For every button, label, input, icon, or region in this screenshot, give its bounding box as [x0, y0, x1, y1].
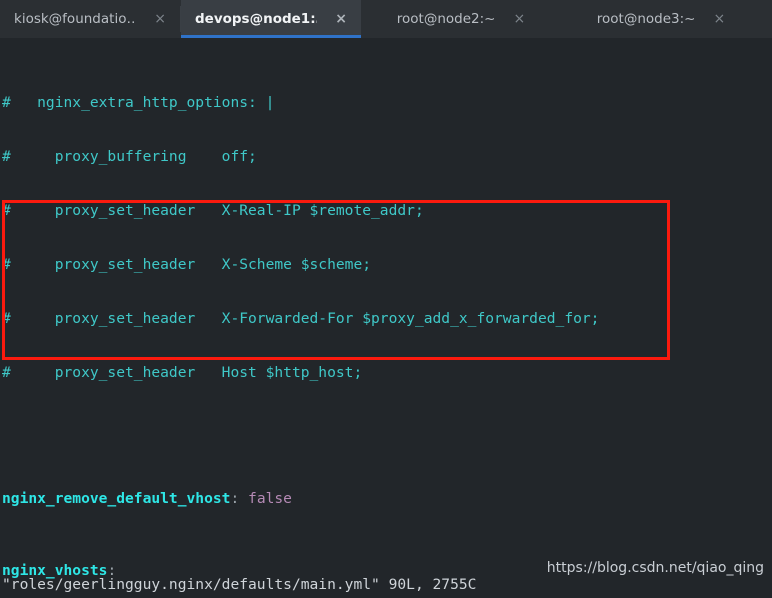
- editor-line: # proxy_set_header X-Real-IP $remote_add…: [2, 202, 772, 220]
- yaml-value: false: [248, 490, 292, 507]
- terminal-tab-bar: kiosk@foundatio… × devops@node1:… × root…: [0, 0, 772, 38]
- colon: :: [230, 490, 249, 507]
- terminal-screen[interactable]: # nginx_extra_http_options: | # proxy_bu…: [0, 38, 772, 598]
- close-icon[interactable]: ×: [513, 12, 525, 26]
- tab-label: root@node3:~: [596, 11, 696, 27]
- line-text: # proxy_set_header X-Forwarded-For $prox…: [2, 310, 600, 327]
- editor-line: # proxy_buffering off;: [2, 148, 772, 166]
- tab-root-node3[interactable]: root@node3:~ ×: [561, 0, 761, 38]
- close-icon[interactable]: ×: [154, 12, 166, 26]
- editor-line: # proxy_set_header Host $http_host;: [2, 364, 772, 382]
- vim-status-line: "roles/geerlingguy.nginx/defaults/main.y…: [2, 576, 477, 593]
- tab-label: devops@node1:…: [195, 11, 318, 27]
- editor-line: # proxy_set_header X-Scheme $scheme;: [2, 256, 772, 274]
- close-icon[interactable]: ×: [713, 12, 725, 26]
- tab-label: kiosk@foundatio…: [14, 11, 137, 27]
- watermark: https://blog.csdn.net/qiao_qing: [546, 560, 764, 576]
- line-text: # proxy_set_header Host $http_host;: [2, 364, 363, 381]
- line-text: # nginx_extra_http_options: |: [2, 94, 275, 111]
- editor-line: nginx_remove_default_vhost: false: [2, 490, 772, 508]
- line-text: # proxy_buffering off;: [2, 148, 257, 165]
- close-icon[interactable]: ×: [335, 12, 347, 26]
- tab-label: root@node2:~: [396, 11, 496, 27]
- editor-buffer[interactable]: # nginx_extra_http_options: | # proxy_bu…: [2, 40, 772, 598]
- editor-line-blank: [2, 418, 772, 436]
- tab-devops-node1[interactable]: devops@node1:… ×: [181, 0, 361, 38]
- editor-line: # nginx_extra_http_options: |: [2, 94, 772, 112]
- line-text: # proxy_set_header X-Real-IP $remote_add…: [2, 202, 424, 219]
- tab-root-node2[interactable]: root@node2:~ ×: [361, 0, 561, 38]
- editor-line: # proxy_set_header X-Forwarded-For $prox…: [2, 310, 772, 328]
- tab-kiosk-foundation[interactable]: kiosk@foundatio… ×: [0, 0, 180, 38]
- line-text: # proxy_set_header X-Scheme $scheme;: [2, 256, 372, 273]
- yaml-key: nginx_remove_default_vhost: [2, 490, 231, 507]
